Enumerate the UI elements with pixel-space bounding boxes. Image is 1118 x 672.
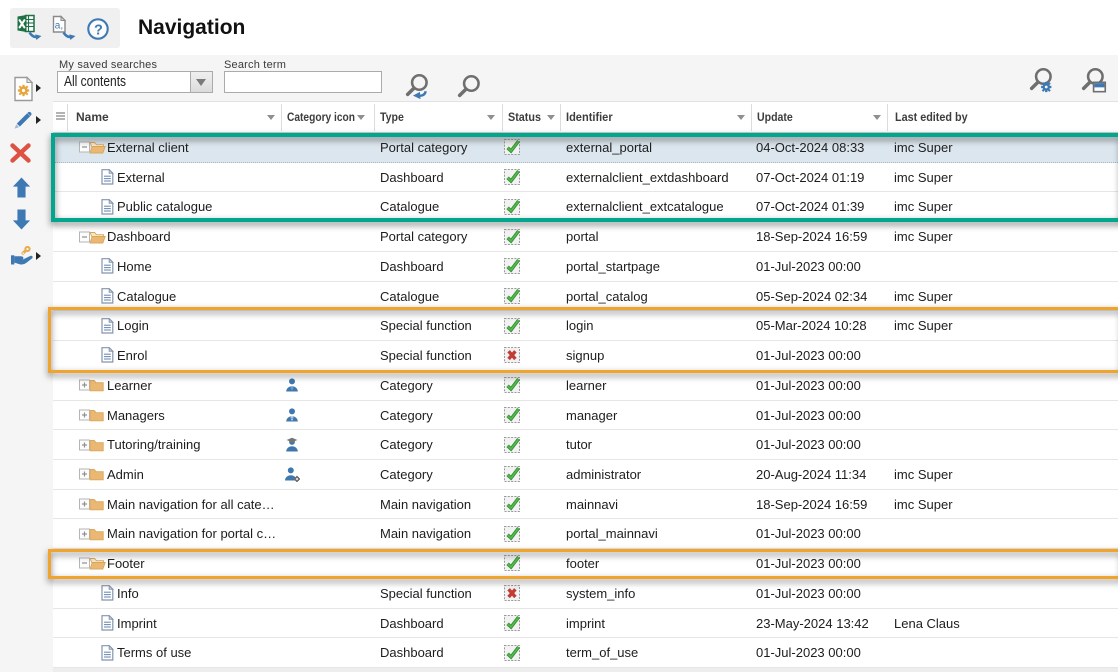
svg-text:?: ? xyxy=(94,23,103,39)
svg-text:a,: a, xyxy=(55,21,63,32)
